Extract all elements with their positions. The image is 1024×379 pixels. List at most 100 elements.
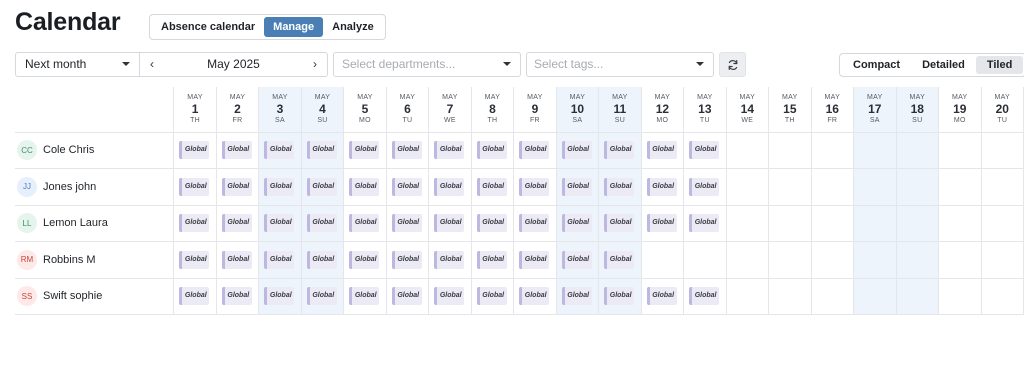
day-cell[interactable] xyxy=(938,241,982,279)
absence-entry[interactable]: Global xyxy=(519,141,550,160)
day-cell[interactable] xyxy=(811,241,855,279)
employee-name-cell[interactable]: LL Lemon Laura xyxy=(15,205,175,242)
day-cell[interactable]: Global xyxy=(556,132,600,169)
absence-entry[interactable]: Global xyxy=(306,141,337,160)
day-cell[interactable]: Global xyxy=(641,168,685,206)
employee-name-cell[interactable]: JJ Jones john xyxy=(15,168,175,206)
day-cell[interactable] xyxy=(768,278,812,315)
day-cell[interactable]: Global xyxy=(386,205,430,242)
day-cell[interactable]: Global xyxy=(173,205,217,242)
day-cell[interactable]: Global xyxy=(258,132,302,169)
day-cell[interactable]: Global xyxy=(641,205,685,242)
day-cell[interactable] xyxy=(896,132,940,169)
absence-entry[interactable]: Global xyxy=(434,214,465,233)
day-cell[interactable]: Global xyxy=(301,241,345,279)
absence-entry[interactable]: Global xyxy=(476,250,507,269)
day-cell[interactable] xyxy=(853,168,897,206)
day-cell[interactable]: Global xyxy=(428,168,472,206)
tab-analyze[interactable]: Analyze xyxy=(323,17,383,37)
tab-compact[interactable]: Compact xyxy=(842,56,911,74)
absence-entry[interactable]: Global xyxy=(221,141,252,160)
absence-entry[interactable]: Global xyxy=(264,287,295,306)
day-cell[interactable]: Global xyxy=(301,168,345,206)
day-cell[interactable] xyxy=(641,241,685,279)
absence-entry[interactable]: Global xyxy=(434,287,465,306)
day-cell[interactable]: Global xyxy=(598,205,642,242)
day-cell[interactable]: Global xyxy=(428,241,472,279)
day-cell[interactable] xyxy=(938,132,982,169)
absence-entry[interactable]: Global xyxy=(179,177,210,196)
absence-entry[interactable]: Global xyxy=(179,214,210,233)
day-cell[interactable] xyxy=(853,241,897,279)
tags-select[interactable]: Select tags... xyxy=(526,52,714,77)
day-cell[interactable]: Global xyxy=(386,132,430,169)
day-cell[interactable] xyxy=(853,132,897,169)
absence-entry[interactable]: Global xyxy=(689,287,720,306)
day-cell[interactable]: Global xyxy=(343,132,387,169)
day-cell[interactable]: Global xyxy=(556,278,600,315)
day-cell[interactable] xyxy=(768,132,812,169)
day-cell[interactable]: Global xyxy=(683,205,727,242)
employee-name-cell[interactable]: CC Cole Chris xyxy=(15,132,175,169)
day-cell[interactable]: Global xyxy=(556,168,600,206)
absence-entry[interactable]: Global xyxy=(689,141,720,160)
absence-entry[interactable]: Global xyxy=(349,177,380,196)
absence-entry[interactable]: Global xyxy=(264,177,295,196)
day-cell[interactable] xyxy=(853,278,897,315)
day-cell[interactable] xyxy=(896,241,940,279)
day-cell[interactable]: Global xyxy=(471,205,515,242)
absence-entry[interactable]: Global xyxy=(179,141,210,160)
absence-entry[interactable]: Global xyxy=(604,287,635,306)
day-cell[interactable] xyxy=(896,168,940,206)
day-cell[interactable] xyxy=(768,205,812,242)
absence-entry[interactable]: Global xyxy=(476,141,507,160)
absence-entry[interactable]: Global xyxy=(561,177,592,196)
absence-entry[interactable]: Global xyxy=(476,214,507,233)
day-cell[interactable]: Global xyxy=(471,241,515,279)
day-cell[interactable]: Global xyxy=(216,241,260,279)
absence-entry[interactable]: Global xyxy=(391,177,422,196)
day-cell[interactable] xyxy=(726,132,770,169)
absence-entry[interactable]: Global xyxy=(306,287,337,306)
absence-entry[interactable]: Global xyxy=(646,177,677,196)
day-cell[interactable] xyxy=(811,205,855,242)
tab-absence-calendar[interactable]: Absence calendar xyxy=(152,17,264,37)
absence-entry[interactable]: Global xyxy=(221,214,252,233)
day-cell[interactable]: Global xyxy=(683,278,727,315)
day-cell[interactable]: Global xyxy=(513,278,557,315)
absence-entry[interactable]: Global xyxy=(646,214,677,233)
day-cell[interactable]: Global xyxy=(683,132,727,169)
day-cell[interactable] xyxy=(981,241,1024,279)
day-cell[interactable]: Global xyxy=(343,205,387,242)
day-cell[interactable]: Global xyxy=(301,132,345,169)
absence-entry[interactable]: Global xyxy=(349,214,380,233)
day-cell[interactable] xyxy=(938,168,982,206)
absence-entry[interactable]: Global xyxy=(604,177,635,196)
day-cell[interactable]: Global xyxy=(386,168,430,206)
absence-entry[interactable]: Global xyxy=(561,214,592,233)
day-cell[interactable]: Global xyxy=(471,132,515,169)
day-cell[interactable]: Global xyxy=(556,241,600,279)
absence-entry[interactable]: Global xyxy=(519,250,550,269)
day-cell[interactable] xyxy=(768,241,812,279)
day-cell[interactable]: Global xyxy=(173,132,217,169)
day-cell[interactable]: Global xyxy=(428,132,472,169)
day-cell[interactable] xyxy=(896,278,940,315)
day-cell[interactable] xyxy=(981,168,1024,206)
absence-entry[interactable]: Global xyxy=(519,177,550,196)
employee-name-cell[interactable]: RM Robbins M xyxy=(15,241,175,279)
day-cell[interactable]: Global xyxy=(598,132,642,169)
day-cell[interactable]: Global xyxy=(513,132,557,169)
day-cell[interactable]: Global xyxy=(598,241,642,279)
absence-entry[interactable]: Global xyxy=(349,287,380,306)
day-cell[interactable] xyxy=(853,205,897,242)
day-cell[interactable]: Global xyxy=(513,241,557,279)
absence-entry[interactable]: Global xyxy=(434,250,465,269)
day-cell[interactable] xyxy=(938,278,982,315)
day-cell[interactable]: Global xyxy=(343,278,387,315)
absence-entry[interactable]: Global xyxy=(519,287,550,306)
tab-manage[interactable]: Manage xyxy=(264,17,324,37)
absence-entry[interactable]: Global xyxy=(221,250,252,269)
absence-entry[interactable]: Global xyxy=(179,287,210,306)
day-cell[interactable] xyxy=(811,132,855,169)
